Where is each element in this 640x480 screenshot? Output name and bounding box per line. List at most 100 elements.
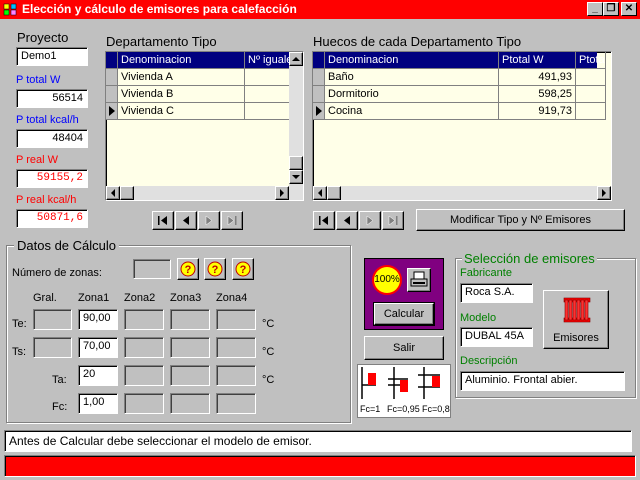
question-icon: ?: [235, 261, 251, 277]
ts-gral-field[interactable]: [33, 337, 72, 358]
last-record-button[interactable]: [382, 211, 404, 230]
cell-ptotal-w[interactable]: 598,25: [499, 86, 576, 103]
ptotal-kcal-label: P total kcal/h: [16, 114, 79, 126]
percent-badge: 100%: [374, 274, 400, 285]
descripcion-label: Descripción: [460, 355, 518, 367]
cell-denominacion[interactable]: Baño: [325, 69, 499, 86]
prev-icon: [344, 216, 350, 225]
scroll-left-icon[interactable]: [313, 186, 327, 200]
help-button-2[interactable]: ?: [204, 258, 226, 280]
datos-calculo-title: Datos de Cálculo: [14, 238, 119, 253]
emisores-label: Emisores: [553, 332, 599, 344]
calcular-button[interactable]: Calcular: [373, 302, 435, 326]
ta-zona2-field[interactable]: [124, 365, 164, 386]
ptotal-kcal-field[interactable]: 48404: [16, 129, 88, 148]
app-icon: [3, 3, 17, 16]
prev-record-button[interactable]: [175, 211, 197, 230]
col-header-denominacion[interactable]: Denominacion: [325, 52, 499, 69]
fc-label-2: Fc=0,95: [387, 404, 420, 414]
scroll-right-icon[interactable]: [275, 186, 289, 200]
te-label: Te:: [12, 318, 27, 330]
next-record-button[interactable]: [198, 211, 220, 230]
fc-zona2-field[interactable]: [124, 393, 164, 414]
print-button[interactable]: [407, 268, 431, 292]
departamento-title: Departamento Tipo: [106, 34, 217, 49]
modelo-label: Modelo: [460, 312, 497, 324]
ta-zona1-field[interactable]: 20: [78, 365, 118, 386]
modelo-field[interactable]: DUBAL 45A: [460, 327, 533, 347]
col-header-denominacion[interactable]: Denominacion: [118, 52, 245, 69]
cell-iguales[interactable]: [245, 86, 295, 103]
cell-denominacion[interactable]: Vivienda C: [118, 103, 245, 120]
ptotal-w-field[interactable]: 56514: [16, 89, 88, 108]
preal-w-field[interactable]: 59155,2: [16, 169, 88, 188]
ta-zona3-field[interactable]: [170, 365, 210, 386]
cell-iguales[interactable]: [245, 69, 295, 86]
cell-iguales[interactable]: [245, 103, 295, 120]
cell-denominacion[interactable]: Dormitorio: [325, 86, 499, 103]
hscroll-thumb[interactable]: [327, 186, 341, 200]
fc-label-3: Fc=0,8: [422, 404, 450, 414]
departamento-hscrollbar[interactable]: [106, 186, 303, 200]
num-zonas-label: Número de zonas:: [12, 267, 102, 279]
fc-zona1-field[interactable]: 1,00: [78, 393, 118, 414]
te-zona1-field[interactable]: 90,00: [78, 309, 118, 330]
col-header-iguales[interactable]: Nº iguale: [245, 52, 295, 69]
scroll-thumb[interactable]: [289, 156, 303, 170]
te-zona3-field[interactable]: [170, 309, 210, 330]
col-header-ptotal-w[interactable]: Ptotal W: [499, 52, 576, 69]
cell-denominacion[interactable]: Vivienda A: [118, 69, 245, 86]
col-header-ptota[interactable]: Ptota: [576, 52, 606, 69]
status-bar: [4, 455, 636, 477]
close-button[interactable]: ✕: [621, 2, 637, 16]
col-zona3: Zona3: [170, 292, 202, 304]
prev-record-button[interactable]: [336, 211, 358, 230]
ts-zona2-field[interactable]: [124, 337, 164, 358]
first-record-button[interactable]: [313, 211, 335, 230]
scroll-up-icon[interactable]: [289, 52, 303, 66]
te-zona2-field[interactable]: [124, 309, 164, 330]
fc-zona4-field[interactable]: [216, 393, 256, 414]
current-row-indicator: [313, 103, 325, 120]
next-icon: [205, 215, 213, 226]
departamento-vscrollbar[interactable]: [289, 52, 303, 186]
descripcion-field[interactable]: Aluminio. Frontal abier.: [460, 371, 625, 391]
num-zonas-field[interactable]: [133, 259, 171, 279]
hscroll-thumb[interactable]: [120, 186, 134, 200]
minimize-button[interactable]: _: [587, 2, 603, 16]
restore-button[interactable]: ❐: [603, 2, 619, 16]
te-unit: °C: [262, 318, 275, 330]
scroll-down-icon[interactable]: [289, 170, 303, 184]
ts-zona1-field[interactable]: 70,00: [78, 337, 118, 358]
ts-zona3-field[interactable]: [170, 337, 210, 358]
salir-button[interactable]: Salir: [364, 336, 444, 360]
scroll-right-icon[interactable]: [597, 186, 611, 200]
cell-denominacion[interactable]: Vivienda B: [118, 86, 245, 103]
first-record-button[interactable]: [152, 211, 174, 230]
help-button-3[interactable]: ?: [232, 258, 254, 280]
fabricante-field[interactable]: Roca S.A.: [460, 283, 533, 303]
modificar-button[interactable]: Modificar Tipo y Nº Emisores: [416, 209, 625, 231]
te-zona4-field[interactable]: [216, 309, 256, 330]
ta-zona4-field[interactable]: [216, 365, 256, 386]
te-gral-field[interactable]: [33, 309, 72, 330]
proyecto-field[interactable]: Demo1: [16, 47, 88, 66]
emisores-button[interactable]: Emisores: [543, 290, 609, 349]
ts-zona4-field[interactable]: [216, 337, 256, 358]
last-record-button[interactable]: [221, 211, 243, 230]
fc-zona3-field[interactable]: [170, 393, 210, 414]
next-record-button[interactable]: [359, 211, 381, 230]
title-bar: Elección y cálculo de emisores para cale…: [0, 0, 640, 19]
huecos-hscrollbar[interactable]: [313, 186, 611, 200]
huecos-grid[interactable]: Denominacion Ptotal W Ptota Baño 491,93 …: [312, 51, 612, 201]
fabricante-label: Fabricante: [460, 267, 512, 279]
cell-ptotal-w[interactable]: 919,73: [499, 103, 576, 120]
cell-denominacion[interactable]: Cocina: [325, 103, 499, 120]
scroll-left-icon[interactable]: [106, 186, 120, 200]
ts-label: Ts:: [12, 346, 27, 358]
help-button-1[interactable]: ?: [177, 258, 199, 280]
cell-ptotal-w[interactable]: 491,93: [499, 69, 576, 86]
preal-kcal-field[interactable]: 50871,6: [16, 209, 88, 228]
departamento-grid[interactable]: Denominacion Nº iguale Vivienda A Vivien…: [105, 51, 304, 201]
col-zona2: Zona2: [124, 292, 156, 304]
